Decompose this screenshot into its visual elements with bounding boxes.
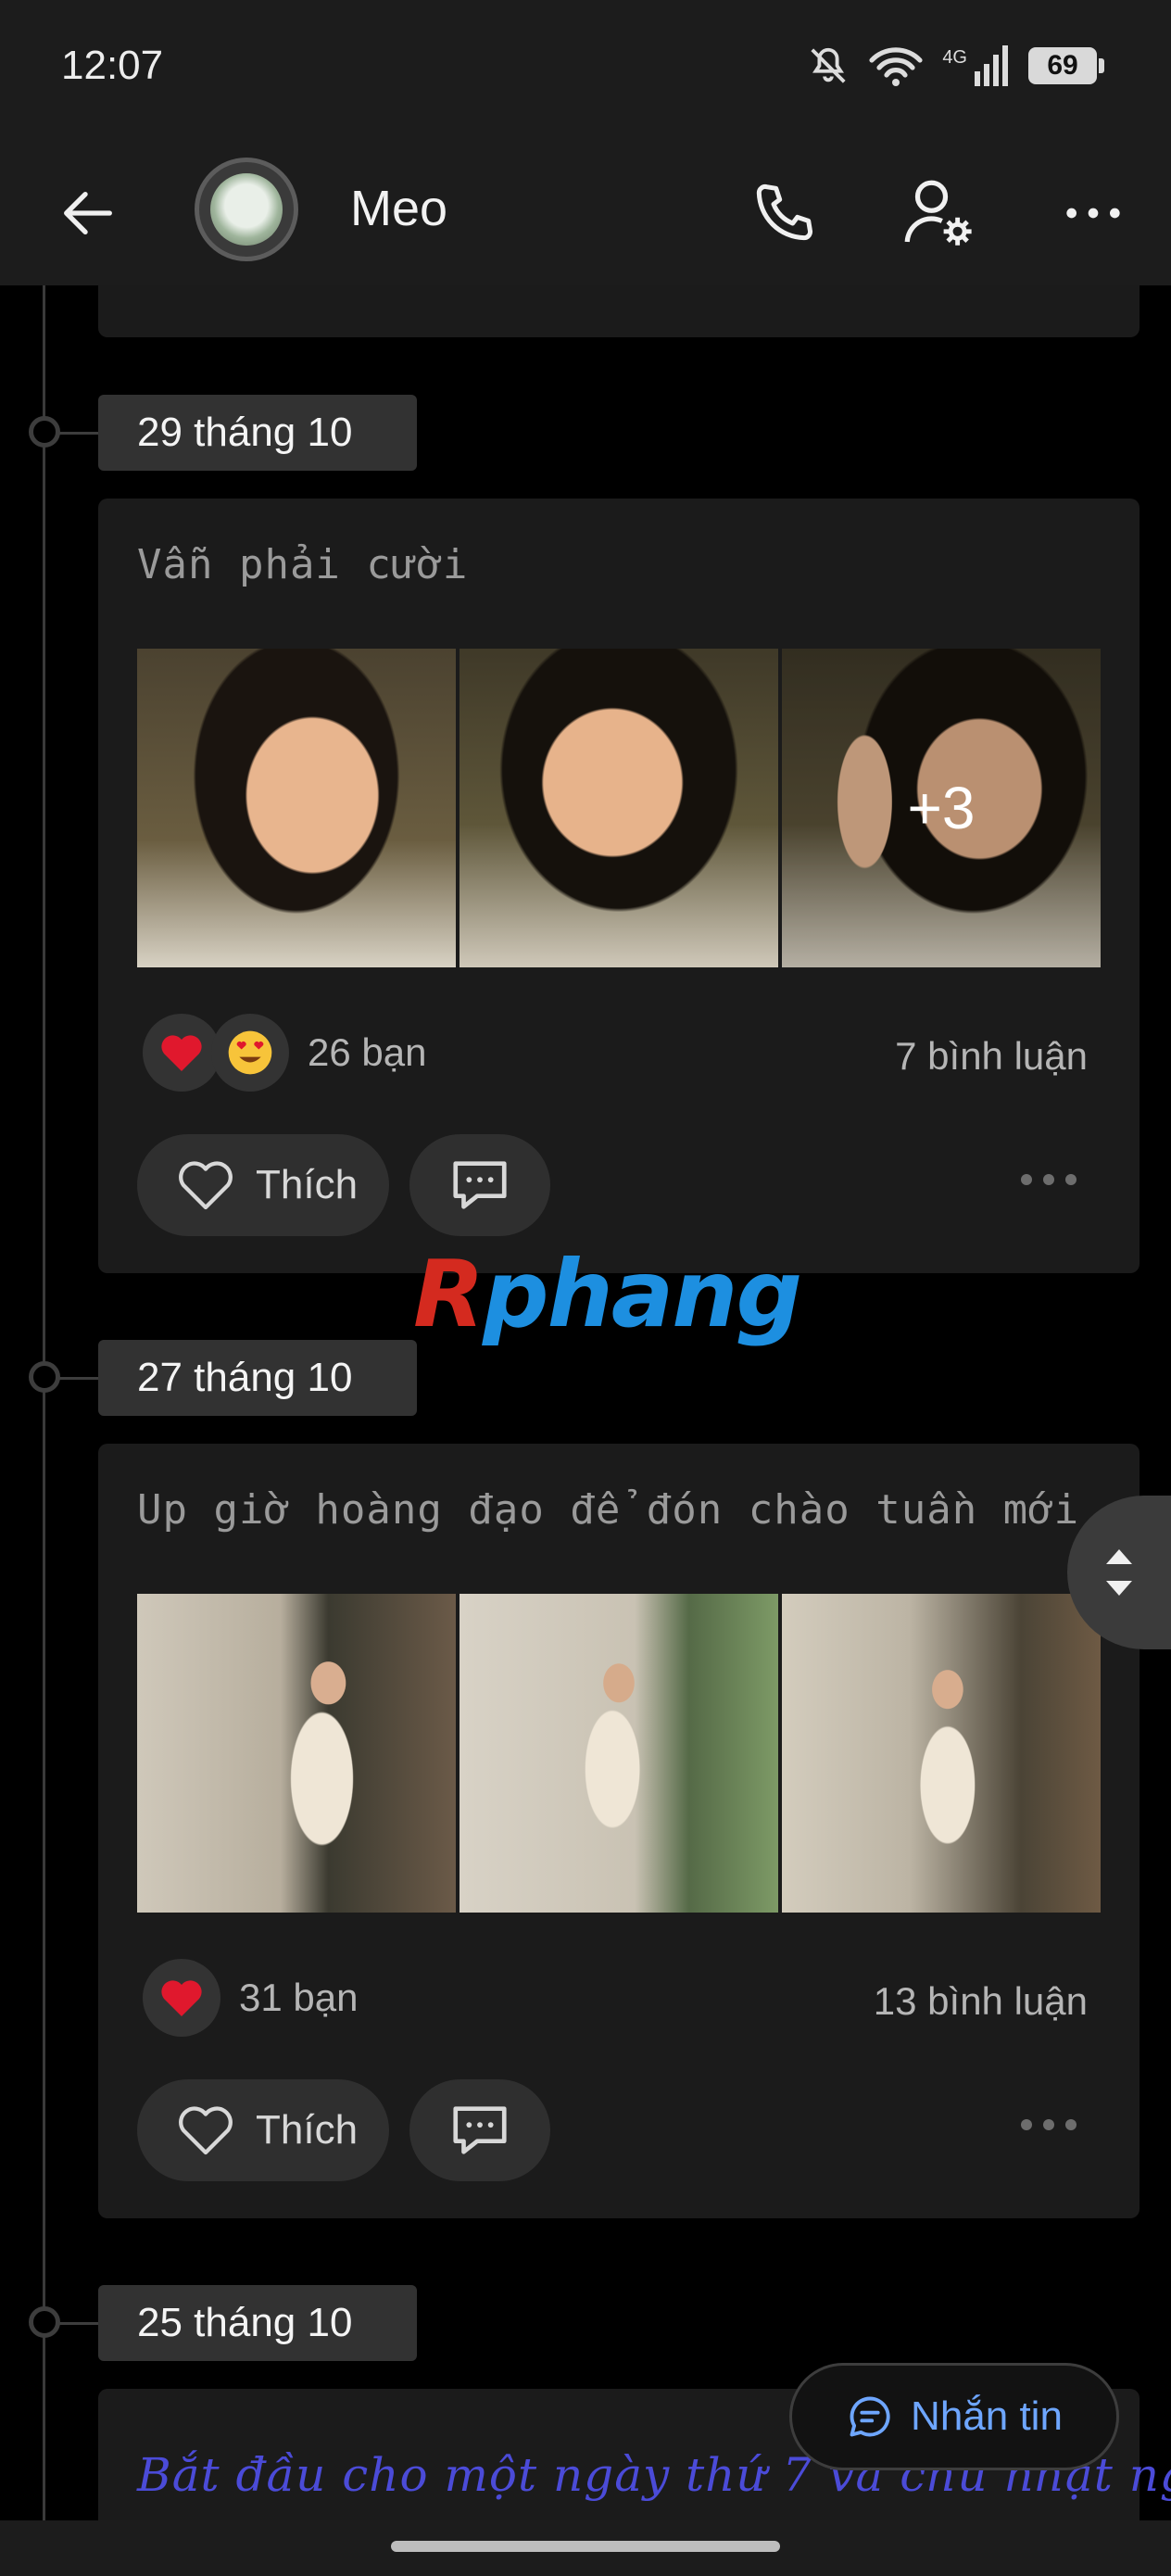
post-photo-grid: +3 xyxy=(137,649,1101,967)
post-card: Up giờ hoàng đạo để đón chào tuần mới 31… xyxy=(98,1444,1140,2218)
status-icons: 4G 69 xyxy=(807,44,1104,87)
chat-bubble-icon xyxy=(850,2396,890,2437)
like-button[interactable]: Thích xyxy=(137,1134,390,1236)
post-photo[interactable] xyxy=(137,649,456,967)
timeline-dot xyxy=(29,2306,101,2338)
profile-settings-icon[interactable] xyxy=(897,172,980,256)
timeline-dot xyxy=(29,416,101,448)
battery-level: 69 xyxy=(1047,50,1078,81)
like-label: Thích xyxy=(256,2107,359,2153)
post-photo[interactable]: +3 xyxy=(782,649,1101,967)
reaction-count[interactable]: 31 bạn xyxy=(239,1976,358,2020)
watermark-logo: Rphang xyxy=(413,1240,802,1348)
post-photo[interactable] xyxy=(137,1594,456,1913)
signal-icon xyxy=(975,45,1008,86)
like-label: Thích xyxy=(256,1162,359,1207)
timeline-dot xyxy=(29,1361,101,1393)
mute-notifications-icon xyxy=(811,47,846,83)
reaction-count[interactable]: 26 bạn xyxy=(308,1030,426,1075)
post-date: 27 tháng 10 xyxy=(98,1340,417,1416)
heart-reaction-icon xyxy=(143,1014,220,1092)
comment-bubble-icon xyxy=(453,2106,507,2154)
network-type-label: 4G xyxy=(942,46,967,68)
post-date: 29 tháng 10 xyxy=(98,395,417,471)
contact-name[interactable]: Meo xyxy=(350,180,447,237)
timeline-line xyxy=(43,285,45,2520)
previous-post-card xyxy=(98,285,1140,337)
more-options-icon[interactable] xyxy=(1056,176,1130,250)
reaction-summary[interactable]: 26 bạn xyxy=(143,1014,426,1092)
post-date: 25 tháng 10 xyxy=(98,2285,417,2361)
more-photos-count[interactable]: +3 xyxy=(782,649,1101,967)
post-actions: Thích xyxy=(137,1134,551,1236)
comment-bubble-icon xyxy=(453,1161,507,1209)
post-photo-grid xyxy=(137,1594,1101,1913)
chat-header: Meo xyxy=(0,139,1171,285)
scroll-arrows-icon xyxy=(1106,1549,1132,1596)
send-message-label: Nhắn tin xyxy=(911,2393,1063,2439)
like-button[interactable]: Thích xyxy=(137,2079,390,2181)
post-photo[interactable] xyxy=(460,649,778,967)
phone-call-icon[interactable] xyxy=(747,176,821,250)
post-caption[interactable]: Up giờ hoàng đạo để đón chào tuần mới xyxy=(137,1486,1079,1534)
home-indicator[interactable] xyxy=(391,2541,780,2552)
post-card: Vẫn phải cười +3 26 bạn 7 bình luận Thíc… xyxy=(98,499,1140,1273)
comment-count[interactable]: 13 bình luận xyxy=(874,1979,1088,2024)
send-message-button[interactable]: Nhắn tin xyxy=(789,2363,1119,2470)
post-caption[interactable]: Vẫn phải cười xyxy=(137,541,468,588)
post-photo[interactable] xyxy=(460,1594,778,1913)
system-nav-bar xyxy=(0,2520,1171,2576)
back-arrow-icon[interactable] xyxy=(56,181,120,246)
comment-count[interactable]: 7 bình luận xyxy=(895,1034,1088,1079)
status-bar: 12:07 4G 69 xyxy=(0,0,1171,139)
post-more-icon[interactable] xyxy=(1019,2111,1078,2139)
heart-outline-icon xyxy=(179,1161,233,1210)
status-time: 12:07 xyxy=(61,43,164,88)
wifi-icon xyxy=(869,47,923,86)
contact-avatar[interactable] xyxy=(195,158,298,261)
post-actions: Thích xyxy=(137,2079,551,2181)
post-photo[interactable] xyxy=(782,1594,1101,1913)
heart-outline-icon xyxy=(179,2106,233,2155)
battery-indicator: 69 xyxy=(1028,47,1104,84)
post-more-icon[interactable] xyxy=(1019,1166,1078,1193)
comment-button[interactable] xyxy=(409,1134,551,1236)
comment-button[interactable] xyxy=(409,2079,551,2181)
timeline-feed[interactable]: 29 tháng 10 Vẫn phải cười +3 26 bạn 7 bì… xyxy=(0,285,1171,2520)
avatar-image xyxy=(210,173,283,246)
reaction-summary[interactable]: 31 bạn xyxy=(143,1959,358,2037)
heart-reaction-icon xyxy=(143,1959,220,2037)
heart-eyes-reaction-icon xyxy=(211,1014,289,1092)
